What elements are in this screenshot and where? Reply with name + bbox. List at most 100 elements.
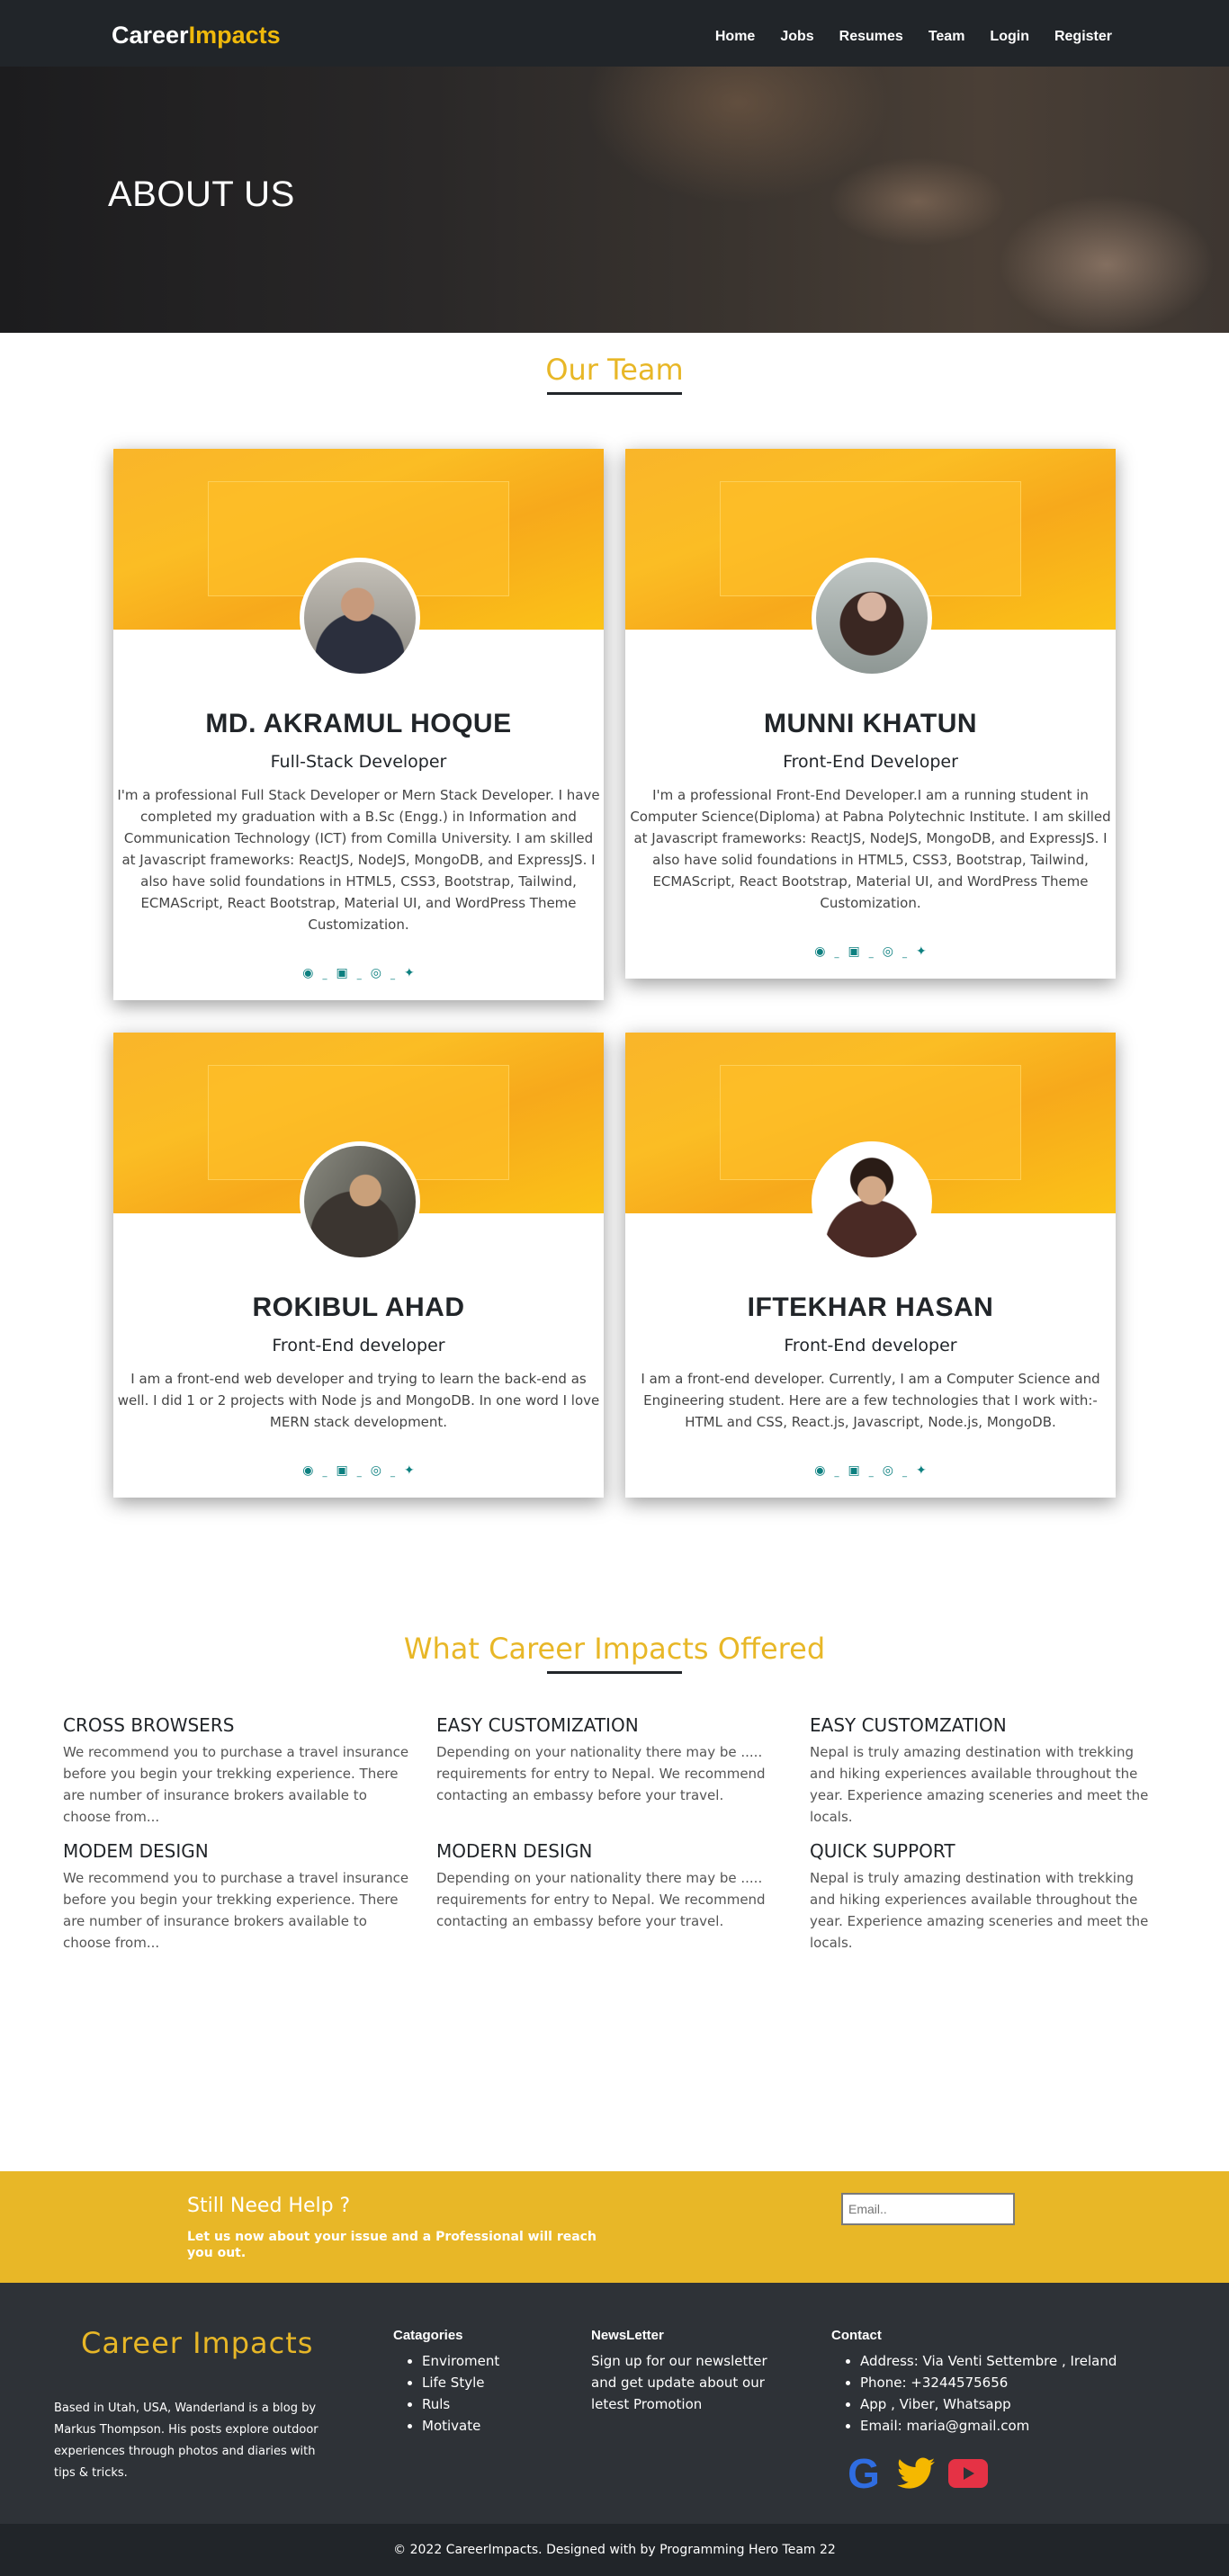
help-subtitle: Let us now about your issue and a Profes… xyxy=(187,2230,597,2260)
feature-item: EASY CUSTOMZATION Nepal is truly amazing… xyxy=(810,1714,1161,1828)
social-links: ◉ _ ▣ _ ◎ _ ✦ xyxy=(302,1463,415,1478)
contact-phone: Phone: +3244575656 xyxy=(860,2372,1117,2393)
category-item[interactable]: Life Style xyxy=(422,2372,499,2393)
linkedin-icon[interactable]: ▣ xyxy=(336,1463,348,1478)
feature-text: Nepal is truly amazing destination with … xyxy=(810,1870,1149,1951)
twitter-icon[interactable]: ✦ xyxy=(916,944,927,959)
nav-links: Home Jobs Resumes Team Login Register xyxy=(715,29,1112,45)
google-icon[interactable]: G xyxy=(844,2450,884,2497)
category-item[interactable]: Motivate xyxy=(422,2415,499,2437)
avatar xyxy=(812,558,932,678)
twitter-icon[interactable]: ✦ xyxy=(404,1463,415,1478)
footer-newsletter: NewsLetter Sign up for our newsletter an… xyxy=(591,2328,780,2415)
footer-categories: Catagories Enviroment Life Style Ruls Mo… xyxy=(393,2328,499,2437)
team-card-munni: MUNNI KHATUN Front-End Developer I'm a p… xyxy=(625,449,1116,979)
contact-email: Email: maria@gmail.com xyxy=(860,2415,1117,2437)
feature-item: MODEM DESIGN We recommend you to purchas… xyxy=(63,1840,414,1954)
member-name: IFTEKHAR HASAN xyxy=(747,1292,994,1322)
team-heading-block: Our Team xyxy=(0,333,1229,395)
social-links: ◉ _ ▣ _ ◎ _ ✦ xyxy=(302,966,415,980)
twitter-icon[interactable]: ✦ xyxy=(916,1463,927,1478)
avatar xyxy=(812,1141,932,1262)
navbar: CareerImpacts Home Jobs Resumes Team Log… xyxy=(0,0,1229,67)
footer-social-icons: G xyxy=(844,2450,988,2497)
category-item[interactable]: Enviroment xyxy=(422,2350,499,2372)
feature-text: Nepal is truly amazing destination with … xyxy=(810,1744,1149,1825)
offered-section: What Career Impacts Offered CROSS BROWSE… xyxy=(0,1632,1229,2171)
team-card-rokibul: ROKIBUL AHAD Front-End developer I am a … xyxy=(113,1033,604,1498)
footer-brand: Career Impacts xyxy=(81,2326,314,2360)
nav-team[interactable]: Team xyxy=(928,29,965,45)
linkedin-icon[interactable]: ▣ xyxy=(336,966,348,980)
categories-title: Catagories xyxy=(393,2328,463,2343)
brand-part1: Career xyxy=(112,22,189,49)
feature-text: Depending on your nationality there may … xyxy=(436,1870,766,1929)
footer: Career Impacts Based in Utah, USA, Wande… xyxy=(0,2283,1229,2524)
facebook-icon[interactable]: ◉ xyxy=(814,944,825,959)
nav-resumes[interactable]: Resumes xyxy=(839,29,903,45)
feature-item: QUICK SUPPORT Nepal is truly amazing des… xyxy=(810,1840,1161,1954)
nav-login[interactable]: Login xyxy=(990,29,1029,45)
hero-title: ABOUT US xyxy=(108,174,295,214)
team-heading: Our Team xyxy=(545,353,684,387)
social-links: ◉ _ ▣ _ ◎ _ ✦ xyxy=(814,1463,927,1478)
youtube-icon[interactable] xyxy=(948,2454,988,2493)
member-name: MUNNI KHATUN xyxy=(763,709,978,738)
hero-banner: ABOUT US xyxy=(0,67,1229,333)
newsletter-text: Sign up for our newsletter and get updat… xyxy=(591,2353,767,2412)
member-bio: I'm a professional Full Stack Developer … xyxy=(117,787,600,933)
social-links: ◉ _ ▣ _ ◎ _ ✦ xyxy=(814,944,927,959)
team-card-iftekhar: IFTEKHAR HASAN Front-End developer I am … xyxy=(625,1033,1116,1498)
feature-text: We recommend you to purchase a travel in… xyxy=(63,1870,409,1951)
feature-title: MODERN DESIGN xyxy=(436,1840,593,1862)
copyright: © 2022 CareerImpacts. Designed with by P… xyxy=(0,2524,1229,2576)
contact-apps: App , Viber, Whatsapp xyxy=(860,2393,1117,2415)
twitter-icon[interactable] xyxy=(896,2454,936,2493)
offered-heading: What Career Impacts Offered xyxy=(403,1632,826,1666)
footer-about: Based in Utah, USA, Wanderland is a blog… xyxy=(54,2402,318,2480)
member-name: ROKIBUL AHAD xyxy=(252,1292,465,1322)
offered-heading-underline xyxy=(547,1671,682,1674)
nav-home[interactable]: Home xyxy=(715,29,755,45)
feature-title: EASY CUSTOMZATION xyxy=(810,1714,1007,1736)
help-title: Still Need Help ? xyxy=(187,2195,351,2217)
member-bio: I'm a professional Front-End Developer.I… xyxy=(630,787,1111,911)
help-band: Still Need Help ? Let us now about your … xyxy=(0,2171,1229,2283)
avatar xyxy=(300,558,420,678)
instagram-icon[interactable]: ◎ xyxy=(371,1463,381,1478)
member-bio: I am a front-end developer. Currently, I… xyxy=(641,1371,1100,1430)
linkedin-icon[interactable]: ▣ xyxy=(848,1463,860,1478)
member-role: Full-Stack Developer xyxy=(270,752,447,772)
team-grid: MD. AKRAMUL HOQUE Full-Stack Developer I… xyxy=(0,395,1229,1632)
instagram-icon[interactable]: ◎ xyxy=(371,966,381,980)
member-role: Front-End Developer xyxy=(783,752,958,772)
newsletter-title: NewsLetter xyxy=(591,2328,664,2343)
facebook-icon[interactable]: ◉ xyxy=(302,966,313,980)
twitter-icon[interactable]: ✦ xyxy=(404,966,415,980)
facebook-icon[interactable]: ◉ xyxy=(814,1463,825,1478)
facebook-icon[interactable]: ◉ xyxy=(302,1463,313,1478)
contact-title: Contact xyxy=(831,2328,882,2343)
member-bio: I am a front-end web developer and tryin… xyxy=(117,1371,600,1430)
instagram-icon[interactable]: ◎ xyxy=(883,944,893,959)
team-card-akramul: MD. AKRAMUL HOQUE Full-Stack Developer I… xyxy=(113,449,604,1000)
member-name: MD. AKRAMUL HOQUE xyxy=(205,709,512,738)
feature-item: MODERN DESIGN Depending on your national… xyxy=(436,1840,787,1932)
email-input[interactable] xyxy=(841,2193,1015,2225)
nav-jobs[interactable]: Jobs xyxy=(780,29,813,45)
linkedin-icon[interactable]: ▣ xyxy=(848,944,860,959)
contact-address: Address: Via Venti Settembre , Ireland xyxy=(860,2350,1117,2372)
feature-text: We recommend you to purchase a travel in… xyxy=(63,1744,409,1825)
feature-item: CROSS BROWSERS We recommend you to purch… xyxy=(63,1714,414,1828)
category-item[interactable]: Ruls xyxy=(422,2393,499,2415)
feature-text: Depending on your nationality there may … xyxy=(436,1744,766,1803)
instagram-icon[interactable]: ◎ xyxy=(883,1463,893,1478)
brand-part2: Impacts xyxy=(188,22,281,49)
member-role: Front-End developer xyxy=(272,1336,445,1355)
footer-contact: Contact Address: Via Venti Settembre , I… xyxy=(831,2328,1117,2437)
brand-logo[interactable]: CareerImpacts xyxy=(112,22,281,49)
feature-title: CROSS BROWSERS xyxy=(63,1714,235,1736)
feature-title: EASY CUSTOMIZATION xyxy=(436,1714,639,1736)
member-role: Front-End developer xyxy=(784,1336,957,1355)
nav-register[interactable]: Register xyxy=(1054,29,1112,45)
